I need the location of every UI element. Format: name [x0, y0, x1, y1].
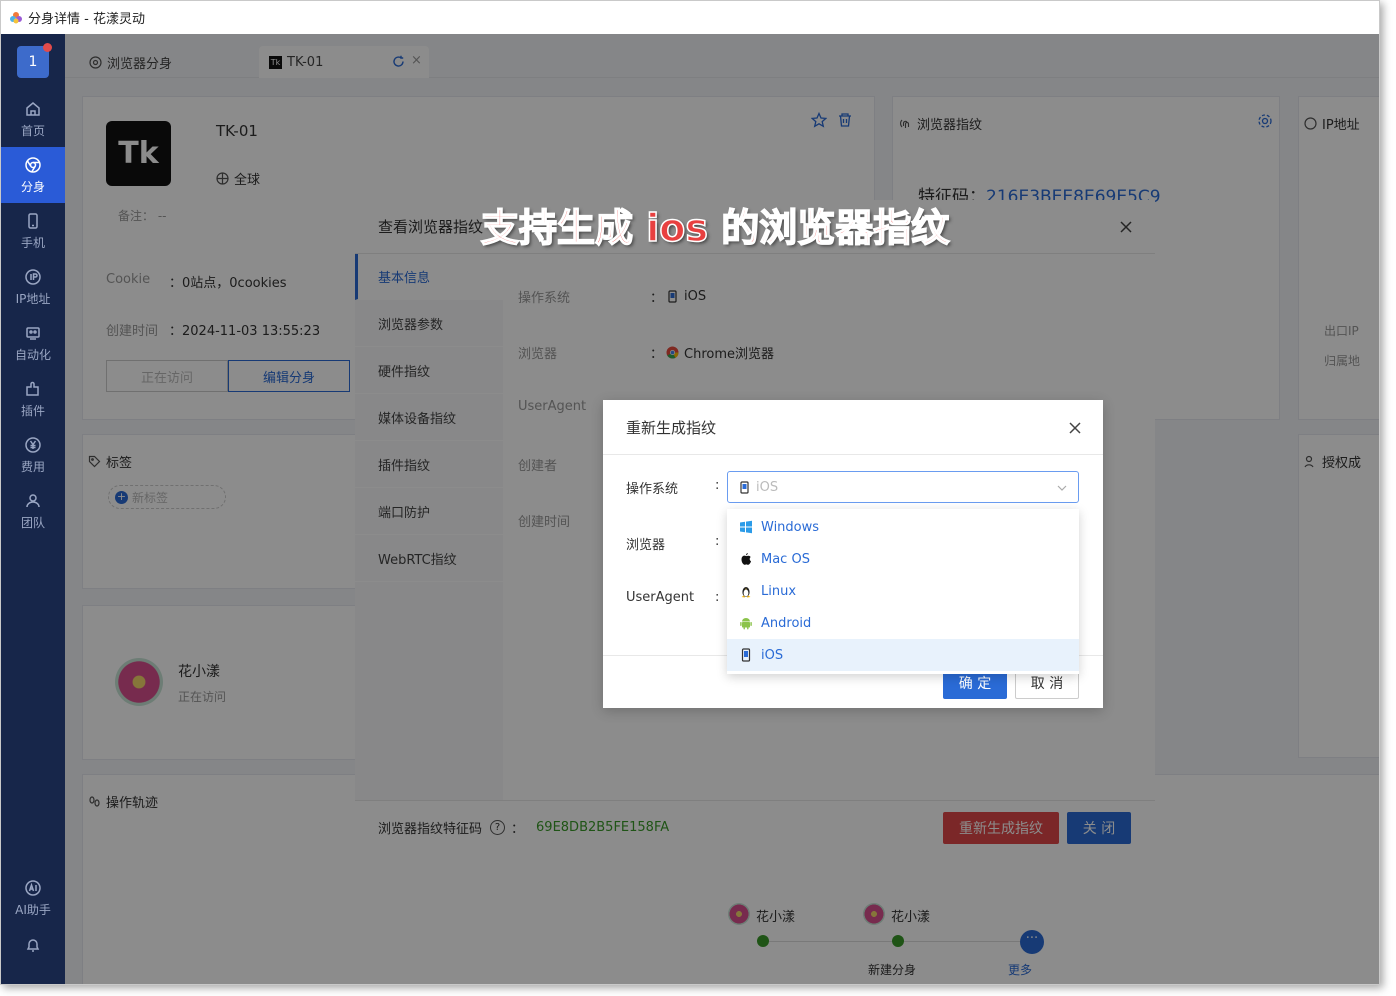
robot-icon — [26, 326, 40, 340]
os-option-android[interactable]: Android — [727, 607, 1079, 639]
sidebar-item-label: IP地址 — [15, 291, 51, 306]
sidebar-item-label: 首页 — [20, 123, 45, 138]
sidebar-item-label: 自动化 — [14, 347, 51, 362]
user-avatar[interactable]: 1 — [17, 43, 52, 78]
ios-device-icon — [741, 648, 751, 662]
option-label: Mac OS — [761, 551, 810, 567]
colon: : — [715, 478, 720, 493]
sidebar-item-ai[interactable]: AI助手 — [1, 870, 65, 926]
annotation-banner: 支持生成 ios 的浏览器指纹 — [480, 205, 950, 251]
ios-device-icon — [740, 480, 749, 494]
window-title: 分身详情 - 花漾灵动 — [28, 12, 145, 27]
option-label: Android — [761, 615, 812, 631]
linux-tux-icon — [741, 587, 751, 598]
colon: : — [715, 590, 720, 605]
bell-icon — [26, 939, 40, 952]
sidebar-item-label: 手机 — [20, 235, 45, 250]
phone-icon — [28, 212, 38, 229]
button-label: 取 消 — [1030, 676, 1064, 692]
android-icon — [740, 618, 752, 630]
sidebar-item-label: 费用 — [20, 459, 45, 474]
home-icon — [26, 101, 40, 116]
option-label: Windows — [761, 519, 820, 535]
sidebar-item-billing[interactable]: 费用 — [1, 427, 65, 483]
os-option-macos[interactable]: Mac OS — [727, 543, 1079, 575]
title-bar: 分身详情 - 花漾灵动 — [1, 1, 1379, 34]
os-label: 操作系统 — [626, 482, 679, 497]
dialog-title: 重新生成指纹 — [626, 418, 717, 437]
sidebar-item-ip[interactable]: IP地址 — [1, 259, 65, 315]
app-logo-icon — [10, 11, 22, 23]
sidebar-item-label: 团队 — [20, 515, 45, 530]
ai-icon — [25, 879, 41, 896]
close-icon[interactable] — [1067, 420, 1083, 436]
sidebar-item-automation[interactable]: 自动化 — [1, 315, 65, 371]
sidebar-item-phone[interactable]: 手机 — [1, 203, 65, 259]
os-option-linux[interactable]: Linux — [727, 575, 1079, 607]
button-label: 确 定 — [958, 676, 992, 692]
colon: : — [715, 534, 720, 549]
windows-icon — [740, 520, 752, 534]
yen-icon — [25, 436, 41, 453]
sidebar-item-home[interactable]: 首页 — [1, 91, 65, 147]
chrome-icon — [25, 156, 41, 173]
apple-icon — [741, 553, 751, 565]
os-option-ios[interactable]: iOS — [727, 639, 1079, 671]
sidebar-item-label: 分身 — [20, 179, 45, 194]
sidebar-item-plugins[interactable]: 插件 — [1, 371, 65, 427]
chevron-down-icon — [1057, 485, 1067, 491]
avatar-text: 1 — [28, 54, 38, 70]
puzzle-icon — [26, 381, 39, 396]
sidebar-item-notifications[interactable] — [1, 927, 65, 967]
select-value: iOS — [756, 479, 779, 495]
sidebar-item-label: 插件 — [20, 403, 45, 418]
os-select[interactable]: iOS — [727, 471, 1079, 503]
ip-icon — [25, 268, 41, 285]
team-icon — [26, 493, 40, 507]
browser-label: 浏览器 — [626, 538, 666, 553]
sidebar-item-profiles[interactable]: 分身 — [1, 147, 65, 203]
sidebar-item-label: AI助手 — [15, 902, 51, 917]
os-dropdown: Windows Mac OS Linux Android iOS — [727, 509, 1079, 674]
dialog-header: 重新生成指纹 — [603, 400, 1103, 455]
sidebar: 1 首页 分身 手机 IP地址 自动化 插件 费用 团队 AI助手 — [1, 34, 65, 984]
useragent-label: UserAgent — [626, 590, 695, 605]
option-label: iOS — [761, 647, 784, 663]
os-option-windows[interactable]: Windows — [727, 511, 1079, 543]
app-window: 分身详情 - 花漾灵动 1 首页 分身 手机 IP地址 自动化 插件 费用 团队… — [0, 0, 1380, 985]
option-label: Linux — [761, 583, 797, 599]
notification-dot — [43, 43, 52, 52]
sidebar-item-team[interactable]: 团队 — [1, 483, 65, 539]
